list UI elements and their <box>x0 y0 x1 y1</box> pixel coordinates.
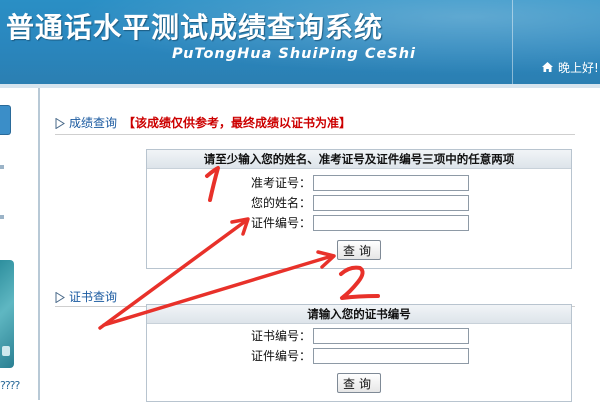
section-divider <box>55 134 575 135</box>
left-sidebar: ???? <box>0 88 38 400</box>
certificate-query-form: 请输入您的证书编号 证书编号： 证件编号： 查询 <box>146 304 572 402</box>
site-title: 普通话水平测试成绩查询系统 <box>6 11 384 44</box>
cert-id-number-label: 证件编号： <box>250 349 311 363</box>
sidebar-bullet <box>0 215 4 219</box>
header-banner: 普通话水平测试成绩查询系统 PuTongHua ShuiPing CeShi 晚… <box>0 0 600 84</box>
sidebar-card-image[interactable] <box>0 260 14 368</box>
card-highlight <box>2 346 10 356</box>
exam-number-input[interactable] <box>313 175 469 191</box>
id-number-input[interactable] <box>313 215 469 231</box>
cert-id-number-input[interactable] <box>313 348 469 364</box>
score-query-title: 成绩查询 <box>69 116 118 130</box>
name-input[interactable] <box>313 195 469 211</box>
exam-number-label: 准考证号： <box>250 176 311 190</box>
certificate-query-heading: 证书查询 <box>55 288 117 306</box>
greeting-text: 晚上好! <box>558 61 599 75</box>
form-row-cert-id-number: 证件编号： <box>147 347 311 365</box>
certificate-number-input[interactable] <box>313 328 469 344</box>
form-row-exam-number: 准考证号： <box>147 174 311 192</box>
section-arrow-icon <box>55 291 65 306</box>
score-query-instruction: 请至少输入您的姓名、准考证号及证件编号三项中的任意两项 <box>147 150 571 169</box>
header-bottom-bar <box>0 84 600 88</box>
sidebar-tile[interactable] <box>0 105 11 135</box>
annotation-mark-2 <box>339 265 380 300</box>
certificate-number-label: 证书编号： <box>250 329 311 343</box>
section-arrow-icon <box>55 117 65 132</box>
sidebar-border <box>38 88 40 400</box>
sidebar-bullet <box>0 165 4 169</box>
certificate-query-instruction: 请输入您的证书编号 <box>147 305 571 324</box>
form-row-name: 您的姓名： <box>147 194 311 212</box>
id-number-label: 证件编号： <box>250 216 311 230</box>
name-label: 您的姓名： <box>250 196 311 210</box>
score-query-button[interactable]: 查询 <box>337 240 381 260</box>
sidebar-garbled-text: ???? <box>0 379 20 392</box>
home-icon[interactable] <box>541 61 554 76</box>
certificate-query-title: 证书查询 <box>69 290 118 304</box>
form-row-certificate-number: 证书编号： <box>147 327 311 345</box>
score-query-heading: 成绩查询 【该成绩仅供参考，最终成绩以证书为准】 <box>55 114 351 132</box>
greeting: 晚上好! <box>541 59 599 76</box>
site-subtitle: PuTongHua ShuiPing CeShi <box>172 46 417 62</box>
form-row-id-number: 证件编号： <box>147 214 311 232</box>
score-query-notice: 【该成绩仅供参考，最终成绩以证书为准】 <box>123 116 352 130</box>
certificate-query-button[interactable]: 查询 <box>337 373 381 393</box>
score-query-form: 请至少输入您的姓名、准考证号及证件编号三项中的任意两项 准考证号： 您的姓名： … <box>146 149 572 269</box>
header-divider <box>512 0 513 84</box>
